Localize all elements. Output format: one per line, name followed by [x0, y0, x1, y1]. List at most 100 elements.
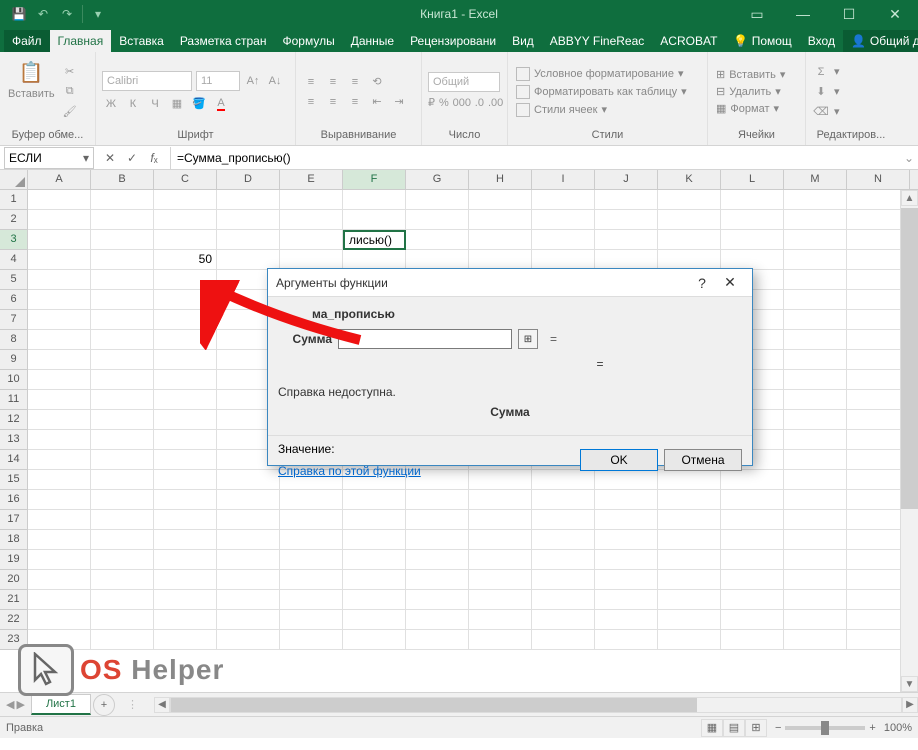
share-button[interactable]: 👤 Общий доступ — [843, 30, 918, 52]
dec-decimal-icon[interactable]: .00 — [488, 94, 503, 112]
cell[interactable] — [154, 550, 217, 570]
cell[interactable] — [217, 550, 280, 570]
cell[interactable] — [343, 630, 406, 650]
cell[interactable] — [532, 590, 595, 610]
zoom-slider[interactable] — [785, 726, 865, 730]
cell[interactable] — [217, 630, 280, 650]
cut-icon[interactable]: ✂ — [61, 63, 79, 81]
cell[interactable] — [532, 190, 595, 210]
cell[interactable] — [532, 210, 595, 230]
cell[interactable] — [658, 490, 721, 510]
cell[interactable] — [91, 430, 154, 450]
save-icon[interactable]: 💾 — [8, 3, 30, 25]
cell[interactable] — [28, 390, 91, 410]
row-header[interactable]: 21 — [0, 590, 28, 610]
cell[interactable] — [595, 530, 658, 550]
expand-formula-bar-icon[interactable]: ⌄ — [900, 151, 918, 165]
cell[interactable] — [784, 630, 847, 650]
view-page-break-icon[interactable]: ⊞ — [745, 719, 767, 737]
orientation-icon[interactable]: ⟲ — [368, 73, 386, 91]
cell[interactable] — [595, 550, 658, 570]
cell[interactable] — [91, 470, 154, 490]
cell[interactable] — [154, 490, 217, 510]
tab-tell-me[interactable]: 💡 Помощ — [725, 30, 799, 52]
cell[interactable] — [658, 230, 721, 250]
cell[interactable] — [154, 510, 217, 530]
cell[interactable] — [217, 570, 280, 590]
undo-icon[interactable]: ↶ — [32, 3, 54, 25]
qat-customize-icon[interactable]: ▾ — [87, 3, 109, 25]
cell[interactable] — [595, 230, 658, 250]
cell[interactable] — [721, 550, 784, 570]
cell[interactable] — [406, 550, 469, 570]
cell[interactable] — [280, 490, 343, 510]
cell[interactable] — [28, 370, 91, 390]
italic-button[interactable]: К — [124, 95, 142, 113]
tab-review[interactable]: Рецензировани — [402, 30, 504, 52]
cell[interactable] — [721, 190, 784, 210]
cell[interactable]: 50 — [154, 250, 217, 270]
cell[interactable] — [343, 530, 406, 550]
column-header[interactable]: J — [595, 170, 658, 189]
cell[interactable] — [406, 510, 469, 530]
cell[interactable] — [721, 250, 784, 270]
column-header[interactable]: K — [658, 170, 721, 189]
cell[interactable] — [658, 510, 721, 530]
cell[interactable] — [469, 610, 532, 630]
cell[interactable] — [469, 630, 532, 650]
cell[interactable] — [28, 430, 91, 450]
cell[interactable] — [784, 210, 847, 230]
cell[interactable] — [343, 590, 406, 610]
cell[interactable] — [721, 610, 784, 630]
row-header[interactable]: 7 — [0, 310, 28, 330]
fill-color-icon[interactable]: 🪣 — [190, 95, 208, 113]
format-cells-button[interactable]: ▦ Формат ▾ — [714, 101, 799, 116]
cell[interactable] — [28, 510, 91, 530]
cell[interactable] — [532, 610, 595, 630]
cell[interactable] — [91, 530, 154, 550]
cell[interactable] — [595, 490, 658, 510]
row-header[interactable]: 5 — [0, 270, 28, 290]
cell[interactable] — [784, 470, 847, 490]
cell[interactable] — [91, 230, 154, 250]
cell[interactable] — [28, 470, 91, 490]
column-header[interactable]: B — [91, 170, 154, 189]
cell[interactable] — [784, 550, 847, 570]
cell[interactable] — [91, 270, 154, 290]
cell[interactable] — [532, 630, 595, 650]
cell[interactable] — [784, 230, 847, 250]
cell[interactable] — [91, 510, 154, 530]
row-header[interactable]: 14 — [0, 450, 28, 470]
column-header[interactable]: N — [847, 170, 910, 189]
autosum-icon[interactable]: Σ — [812, 63, 830, 81]
cell[interactable] — [154, 310, 217, 330]
cell[interactable] — [469, 230, 532, 250]
cell[interactable] — [154, 370, 217, 390]
cell[interactable] — [469, 590, 532, 610]
cell[interactable] — [28, 610, 91, 630]
cell[interactable]: лисью() — [343, 230, 406, 250]
comma-icon[interactable]: 000 — [453, 94, 471, 112]
indent-dec-icon[interactable]: ⇤ — [368, 93, 386, 111]
column-header[interactable]: L — [721, 170, 784, 189]
column-header[interactable]: F — [343, 170, 406, 189]
cell[interactable] — [280, 590, 343, 610]
cell[interactable] — [406, 490, 469, 510]
row-header[interactable]: 16 — [0, 490, 28, 510]
cell[interactable] — [28, 330, 91, 350]
tab-acrobat[interactable]: ACROBAT — [652, 30, 725, 52]
cell[interactable] — [217, 190, 280, 210]
cell[interactable] — [532, 510, 595, 530]
copy-icon[interactable]: ⧉ — [61, 83, 79, 101]
cell[interactable] — [28, 210, 91, 230]
cell[interactable] — [784, 190, 847, 210]
cell[interactable] — [280, 230, 343, 250]
vertical-scrollbar[interactable]: ▲ ▼ — [900, 190, 918, 692]
cell[interactable] — [91, 390, 154, 410]
cell[interactable] — [28, 250, 91, 270]
cell[interactable] — [343, 510, 406, 530]
cell[interactable] — [532, 250, 595, 270]
inc-decimal-icon[interactable]: .0 — [475, 94, 484, 112]
cell[interactable] — [721, 490, 784, 510]
cell[interactable] — [658, 610, 721, 630]
